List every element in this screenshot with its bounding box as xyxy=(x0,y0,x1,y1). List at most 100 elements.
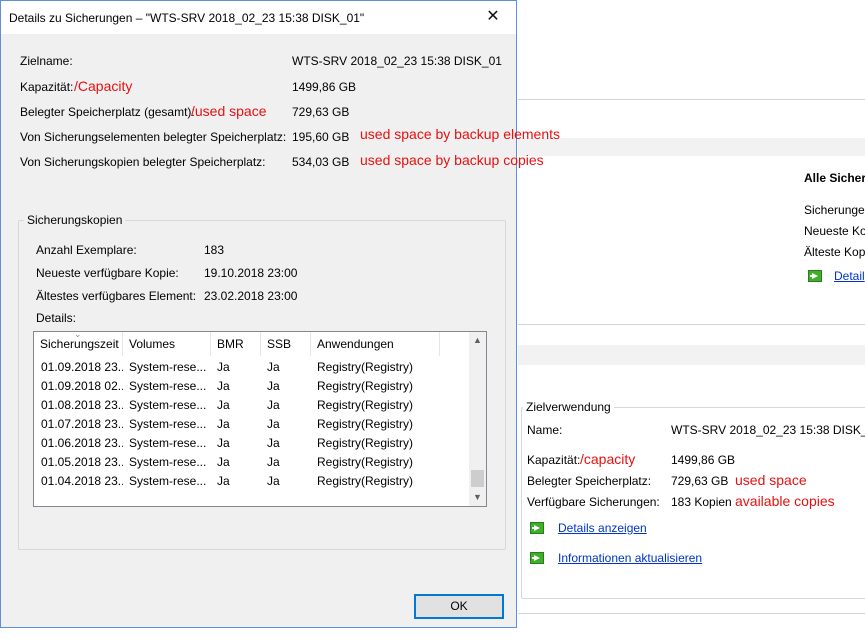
used-space-value: 729,63 GB xyxy=(671,474,729,488)
band xyxy=(518,345,865,365)
volumes-cell: System-rese... xyxy=(129,398,207,412)
arrow-right-icon[interactable] xyxy=(530,552,544,564)
ssb-cell: Ja xyxy=(267,455,280,469)
bg-row-label: Sicherunge xyxy=(804,203,865,217)
oldest-element-value: 23.02.2018 23:00 xyxy=(204,289,298,303)
capacity-value: 1499,86 GB xyxy=(292,80,357,94)
bmr-cell: Ja xyxy=(217,379,230,393)
column-header[interactable]: Volumes xyxy=(123,332,211,356)
column-header[interactable]: Anwendungen xyxy=(311,332,440,356)
capacity-value: 1499,86 GB xyxy=(671,453,736,467)
ssb-cell: Ja xyxy=(267,417,280,431)
details-label: Details: xyxy=(36,311,77,325)
ssb-cell: Ja xyxy=(267,474,280,488)
column-header[interactable]: Sicherungszeit xyxy=(34,332,123,356)
volumes-cell: System-rese... xyxy=(129,455,207,469)
volumes-cell: System-rese... xyxy=(129,379,207,393)
backup-time-cell: 01.07.2018 23... xyxy=(41,417,123,431)
divider xyxy=(518,324,865,325)
volumes-cell: System-rese... xyxy=(129,436,207,450)
scroll-up-icon[interactable]: ▲ xyxy=(469,332,486,349)
available-copies-annotation: available copies xyxy=(735,493,835,509)
used-copies-label: Von Sicherungskopien belegter Speicherpl… xyxy=(20,155,266,169)
table-row[interactable]: 01.05.2018 23... System-rese... Ja Ja Re… xyxy=(34,452,470,471)
name-value: WTS-SRV 2018_02_23 15:38 DISK_01 xyxy=(671,423,865,437)
used-elements-annotation: used space by backup elements xyxy=(360,126,561,142)
table-row[interactable]: 01.06.2018 23... System-rese... Ja Ja Re… xyxy=(34,433,470,452)
table-row[interactable]: 01.09.2018 23... System-rese... Ja Ja Re… xyxy=(34,357,470,376)
used-elements-label: Von Sicherungselementen belegter Speiche… xyxy=(20,130,287,144)
backup-details-dialog: Details zu Sicherungen – "WTS-SRV 2018_0… xyxy=(0,0,560,628)
used-elements-value: 195,60 GB xyxy=(292,130,350,144)
newest-copy-value: 19.10.2018 23:00 xyxy=(204,266,298,280)
bmr-cell: Ja xyxy=(217,474,230,488)
details-link[interactable]: Detail xyxy=(834,269,865,283)
bmr-cell: Ja xyxy=(217,398,230,412)
close-icon[interactable]: ✕ xyxy=(470,1,516,32)
target-usage-title: Zielverwendung xyxy=(523,400,614,414)
vertical-scrollbar[interactable]: ▲ ▼ xyxy=(469,332,486,506)
column-header[interactable]: BMR xyxy=(211,332,261,356)
used-space-annotation: /used space xyxy=(191,103,267,119)
scroll-down-icon[interactable]: ▼ xyxy=(469,489,486,506)
band xyxy=(518,138,865,156)
title-bar: Details zu Sicherungen – "WTS-SRV 2018_0… xyxy=(1,1,516,34)
backup-copies-title: Sicherungskopien xyxy=(24,213,126,227)
applications-cell: Registry(Registry) xyxy=(317,455,414,469)
bmr-cell: Ja xyxy=(217,360,230,374)
volumes-cell: System-rese... xyxy=(129,417,207,431)
capacity-annotation: /capacity xyxy=(580,451,636,467)
table-row[interactable]: 01.08.2018 23... System-rese... Ja Ja Re… xyxy=(34,395,470,414)
used-space-label: Belegter Speicherplatz: xyxy=(527,474,652,488)
arrow-right-icon[interactable] xyxy=(530,522,544,534)
applications-cell: Registry(Registry) xyxy=(317,474,414,488)
used-copies-annotation: used space by backup copies xyxy=(360,152,544,168)
available-backups-label: Verfügbare Sicherungen: xyxy=(527,495,660,509)
column-header[interactable]: SSB xyxy=(261,332,311,356)
table-row[interactable]: 01.07.2018 23... System-rese... Ja Ja Re… xyxy=(34,414,470,433)
backup-time-cell: 01.06.2018 23... xyxy=(41,436,123,450)
capacity-annotation: /Capacity xyxy=(74,78,133,94)
refresh-info-link[interactable]: Informationen aktualisieren xyxy=(558,551,702,565)
backup-time-cell: 01.04.2018 23... xyxy=(41,474,123,488)
ssb-cell: Ja xyxy=(267,436,280,450)
divider xyxy=(518,613,865,614)
details-list[interactable]: ⌄ Sicherungszeit Volumes BMR SSB Anwendu… xyxy=(33,331,487,507)
ok-button[interactable]: OK xyxy=(414,594,504,619)
arrow-right-icon[interactable] xyxy=(808,270,822,282)
available-backups-value: 183 Kopien xyxy=(671,495,732,509)
bg-row-label: Älteste Kop xyxy=(804,245,865,259)
used-copies-value: 534,03 GB xyxy=(292,155,350,169)
table-row[interactable]: 01.09.2018 02... System-rese... Ja Ja Re… xyxy=(34,376,470,395)
table-row[interactable]: 01.04.2018 23... System-rese... Ja Ja Re… xyxy=(34,471,470,490)
applications-cell: Registry(Registry) xyxy=(317,379,414,393)
bmr-cell: Ja xyxy=(217,455,230,469)
bmr-cell: Ja xyxy=(217,436,230,450)
newest-copy-label: Neueste verfügbare Kopie: xyxy=(36,266,179,280)
applications-cell: Registry(Registry) xyxy=(317,398,414,412)
bmr-cell: Ja xyxy=(217,417,230,431)
dialog-title: Details zu Sicherungen – "WTS-SRV 2018_0… xyxy=(9,11,365,25)
show-details-link[interactable]: Details anzeigen xyxy=(558,521,647,535)
volumes-cell: System-rese... xyxy=(129,474,207,488)
count-label: Anzahl Exemplare: xyxy=(36,243,137,257)
backup-time-cell: 01.09.2018 02... xyxy=(41,379,123,393)
applications-cell: Registry(Registry) xyxy=(317,417,414,431)
name-label: Name: xyxy=(527,423,563,437)
scroll-thumb[interactable] xyxy=(471,470,484,487)
volumes-cell: System-rese... xyxy=(129,360,207,374)
ssb-cell: Ja xyxy=(267,360,280,374)
background-window: Alle Sicheru Sicherunge Neueste Ko Ältes… xyxy=(518,0,865,640)
used-total-label: Belegter Speicherplatz (gesamt): xyxy=(20,105,195,119)
applications-cell: Registry(Registry) xyxy=(317,436,414,450)
applications-cell: Registry(Registry) xyxy=(317,360,414,374)
target-name-value: WTS-SRV 2018_02_23 15:38 DISK_01 xyxy=(292,54,502,68)
ssb-cell: Ja xyxy=(267,379,280,393)
divider xyxy=(518,99,865,100)
target-name-label: Zielname: xyxy=(20,54,73,68)
used-space-annotation: used space xyxy=(735,472,807,488)
backup-time-cell: 01.08.2018 23... xyxy=(41,398,123,412)
backup-time-cell: 01.09.2018 23... xyxy=(41,360,123,374)
backup-time-cell: 01.05.2018 23... xyxy=(41,455,123,469)
capacity-label: Kapazität: xyxy=(527,453,581,467)
